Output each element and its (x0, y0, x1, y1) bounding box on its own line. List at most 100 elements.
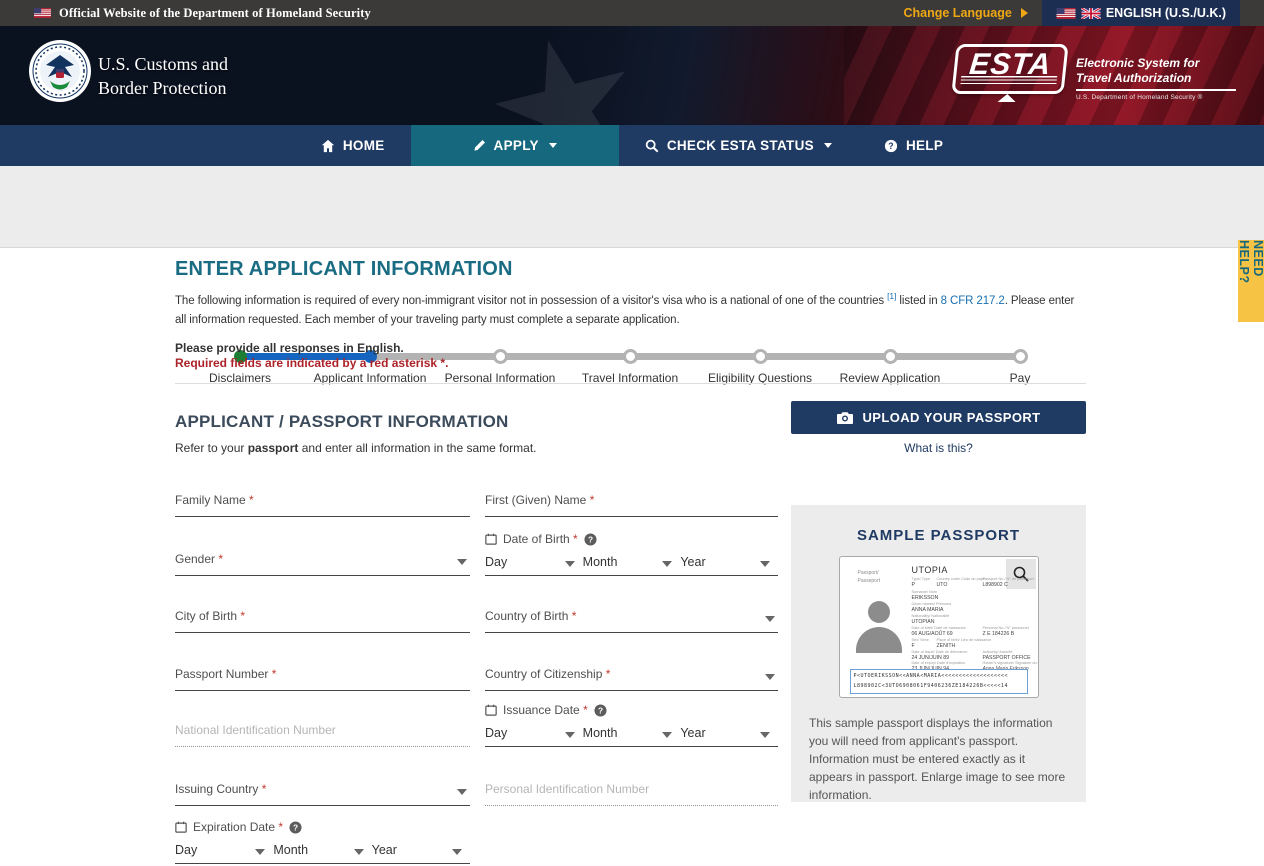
dob-day-select[interactable]: Day (485, 555, 583, 569)
passport-field: Country code/ Code du paysUTO (937, 577, 985, 589)
passport-field: Date of birth/ Date de naissance06 AUG/A… (912, 626, 966, 638)
passport-field: Sex/ SexeF (912, 638, 929, 650)
chevron-down-icon (255, 849, 265, 855)
language-selector[interactable]: ENGLISH (U.S./U.K.) (1042, 0, 1240, 26)
language-selector-label: ENGLISH (U.S./U.K.) (1106, 6, 1226, 20)
section-subtext: Refer to your passport and enter all inf… (175, 441, 537, 455)
first-name-input[interactable]: First (Given) Name * (485, 491, 778, 517)
intro-text: The following information is required of… (175, 289, 1080, 331)
issuing-country-label: Issuing Country * (175, 782, 266, 796)
question-icon: ? (884, 139, 898, 153)
passport-mrz: P<UTOERIKSSON<<ANNA<MARIA<<<<<<<<<<<<<<<… (850, 669, 1028, 694)
upload-passport-button[interactable]: UPLOAD YOUR PASSPORT (791, 401, 1086, 434)
footnote-link[interactable]: [1] (887, 291, 896, 301)
main-navigation: HOME APPLY CHECK ESTA STATUS ? HELP (0, 125, 1264, 166)
family-name-input[interactable]: Family Name * (175, 491, 470, 517)
esta-monitor-stand (998, 94, 1017, 102)
nav-item-apply[interactable]: APPLY (411, 125, 619, 166)
esta-subtext: U.S. Department of Homeland Security ® (1076, 94, 1236, 101)
home-icon (321, 139, 335, 153)
english-note: Please provide all responses in English. (175, 341, 404, 355)
expiration-day-select[interactable]: Day (175, 843, 273, 857)
agency-name: U.S. Customs and Border Protection (98, 52, 228, 101)
passport-number-input[interactable]: Passport Number * (175, 665, 470, 691)
issuing-country-select[interactable]: Issuing Country * (175, 780, 470, 806)
section-divider (175, 383, 1086, 384)
step-dot-travel-information (623, 349, 638, 364)
esta-badge: ESTA (952, 44, 1069, 94)
country-of-citizenship-label: Country of Citizenship * (485, 667, 610, 681)
personal-identification-number-placeholder: Personal Identification Number (485, 782, 649, 796)
dob-month-select[interactable]: Month (583, 555, 681, 569)
chevron-down-icon (457, 559, 467, 565)
chevron-down-icon (354, 849, 364, 855)
chevron-down-icon (565, 732, 575, 738)
official-site-banner: Official Website of the Department of Ho… (0, 0, 1264, 26)
chevron-down-icon (765, 674, 775, 680)
search-icon (645, 139, 659, 153)
chevron-down-icon (760, 561, 770, 567)
chevron-down-icon (662, 561, 672, 567)
us-flag-icon (1056, 8, 1076, 19)
chevron-down-icon (452, 849, 462, 855)
pencil-icon (473, 139, 486, 152)
passport-number-label: Passport Number * (175, 667, 276, 681)
national-identification-number-input: National Identification Number (175, 721, 470, 747)
chevron-down-icon (824, 143, 832, 148)
country-of-birth-label: Country of Birth * (485, 609, 576, 623)
avatar-silhouette (854, 601, 904, 659)
gender-label: Gender * (175, 552, 223, 566)
issuance-day-select[interactable]: Day (485, 726, 583, 740)
calendar-icon (175, 821, 187, 833)
first-name-label: First (Given) Name * (485, 493, 594, 507)
nav-item-help[interactable]: ? HELP (858, 125, 969, 166)
esta-tagline: Electronic System for Travel Authorizati… (1076, 56, 1236, 86)
sample-passport-panel: SAMPLE PASSPORT Passport/ Passeport UTOP… (791, 505, 1086, 802)
help-icon[interactable]: ? (289, 821, 302, 834)
svg-text:?: ? (598, 705, 603, 715)
issuance-year-select[interactable]: Year (680, 726, 778, 740)
passport-field: Date of issue/ Date de délivrance24 JUN/… (912, 650, 968, 662)
step-dot-eligibility-questions (753, 349, 768, 364)
country-of-birth-select[interactable]: Country of Birth * (485, 607, 778, 633)
required-note: Required fields are indicated by a red a… (175, 356, 448, 370)
need-help-tab[interactable]: NEED HELP? (1238, 240, 1264, 322)
passport-field: Type/ TypeP (912, 577, 931, 589)
official-site-text: Official Website of the Department of Ho… (59, 6, 371, 21)
expiration-year-select[interactable]: Year (372, 843, 470, 857)
chevron-down-icon (457, 789, 467, 795)
help-icon[interactable]: ? (584, 533, 597, 546)
dob-year-select[interactable]: Year (680, 555, 778, 569)
city-of-birth-input[interactable]: City of Birth * (175, 607, 470, 633)
change-language-link[interactable]: Change Language (904, 6, 1028, 20)
step-dot-personal-information (493, 349, 508, 364)
nav-item-home[interactable]: HOME (295, 125, 411, 166)
city-of-birth-label: City of Birth * (175, 609, 245, 623)
cfr-link[interactable]: 8 CFR 217.2 (941, 295, 1005, 307)
personal-identification-number-input: Personal Identification Number (485, 780, 778, 806)
nav-item-check-esta-status[interactable]: CHECK ESTA STATUS (619, 125, 858, 166)
issuance-month-select[interactable]: Month (583, 726, 681, 740)
passport-field: Given names/ PrénomsANNA MARIA (912, 602, 952, 614)
sample-passport-image: Passport/ Passeport UTOPIA Type/ TypeP C… (839, 556, 1039, 698)
date-of-birth-label: Date of Birth * ? (485, 532, 778, 546)
progress-stepper: Disclaimers Applicant Information Person… (0, 166, 1264, 248)
expiration-month-select[interactable]: Month (273, 843, 371, 857)
gender-select[interactable]: Gender * (175, 550, 470, 576)
country-of-citizenship-select[interactable]: Country of Citizenship * (485, 665, 778, 691)
svg-text:?: ? (888, 141, 894, 151)
calendar-icon (485, 704, 497, 716)
us-flag-icon (34, 8, 51, 18)
arrow-right-icon (1021, 8, 1028, 18)
what-is-this-link[interactable]: What is this? (904, 441, 973, 455)
expiration-date-label: Expiration Date * ? (175, 820, 470, 834)
step-dot-review-application (883, 349, 898, 364)
passport-field: Passport No./ N° de passeportL898902 C (983, 577, 1034, 589)
dhs-seal-logo (28, 39, 92, 108)
help-icon[interactable]: ? (594, 704, 607, 717)
chevron-down-icon (765, 616, 775, 622)
national-identification-number-placeholder: National Identification Number (175, 723, 336, 737)
esta-logo: ESTA Electronic System for Travel Author… (954, 44, 1236, 101)
flag-star-decoration (480, 26, 650, 125)
passport-field: Personal No./ N° personnelZ E 184226 B (983, 626, 1029, 638)
